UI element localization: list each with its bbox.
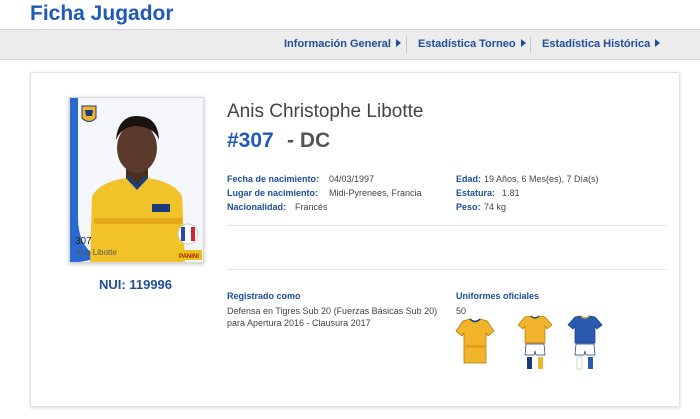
nav-label: Información General: [284, 38, 391, 50]
nav-estadistica-torneo[interactable]: Estadística Torneo: [418, 30, 526, 59]
nationality-label: Nacionalidad:: [227, 202, 287, 212]
player-card: PANINI 307 Anis Libotte NUI: 119996 Anis…: [30, 72, 680, 407]
position-value: DC: [299, 129, 331, 152]
birth-date-value: 04/03/1997: [329, 174, 375, 184]
age-value: 19 Años, 6 Mes(es), 7 Día(s): [484, 174, 599, 184]
page-title: Ficha Jugador: [30, 2, 174, 25]
uniform-number: 50: [456, 306, 467, 316]
uniforms-title: Uniformes oficiales: [456, 291, 540, 301]
player-name: Anis Christophe Libotte: [227, 101, 424, 122]
caret-right-icon: [395, 39, 401, 48]
nav-divider: [530, 36, 531, 53]
nui: NUI: 119996: [99, 277, 172, 292]
nav-label: Estadística Histórica: [542, 38, 651, 50]
height-value: 1.81: [502, 188, 520, 198]
registration-title: Registrado como: [227, 291, 301, 301]
height-label: Estatura:: [456, 188, 496, 198]
navigation-bar: Información General Estadística Torneo E…: [0, 29, 700, 60]
registration-line: Defensa en Tigres Sub 20 (Fuerzas Básica…: [227, 306, 438, 316]
yellow-kit-icon: [517, 315, 553, 369]
position-separator: -: [287, 129, 294, 152]
player-sticker: PANINI 307 Anis Libotte: [69, 97, 204, 263]
club-crest-icon: [81, 105, 97, 122]
nui-value: 119996: [129, 277, 173, 292]
birth-date-label: Fecha de nacimiento:: [227, 174, 320, 184]
player-position: - DC: [287, 129, 330, 153]
sticker-number: 307: [75, 236, 92, 247]
player-number: #307: [227, 129, 274, 152]
section-divider: [227, 269, 667, 270]
nav-label: Estadística Torneo: [418, 38, 516, 50]
blue-kit-icon: [567, 315, 603, 370]
caret-right-icon: [655, 39, 661, 48]
birth-place-value: Midi-Pyrenees, Francia: [329, 188, 422, 198]
weight-value: 74 kg: [484, 202, 507, 212]
age-label: Edad:: [456, 174, 482, 184]
nationality-value: Francés: [295, 202, 328, 212]
birth-place-label: Lugar de nacimiento:: [227, 188, 319, 198]
france-flag-icon: [177, 223, 199, 245]
nui-label: NUI:: [99, 277, 126, 292]
panini-logo-icon: PANINI: [176, 250, 202, 260]
nav-estadistica-historica[interactable]: Estadística Histórica: [542, 30, 661, 59]
yellow-jersey-icon: [455, 318, 495, 364]
caret-right-icon: [520, 39, 526, 48]
section-divider: [227, 225, 667, 226]
panini-logo-text: PANINI: [179, 254, 199, 260]
nav-informacion-general[interactable]: Información General: [284, 30, 401, 59]
registration-text: Defensa en Tigres Sub 20 (Fuerzas Básica…: [227, 305, 457, 329]
nav-divider: [406, 36, 407, 53]
weight-label: Peso:: [456, 202, 481, 212]
sticker-name: Anis Libotte: [75, 248, 117, 257]
registration-line: para Apertura 2016 - Clausura 2017: [227, 318, 371, 328]
